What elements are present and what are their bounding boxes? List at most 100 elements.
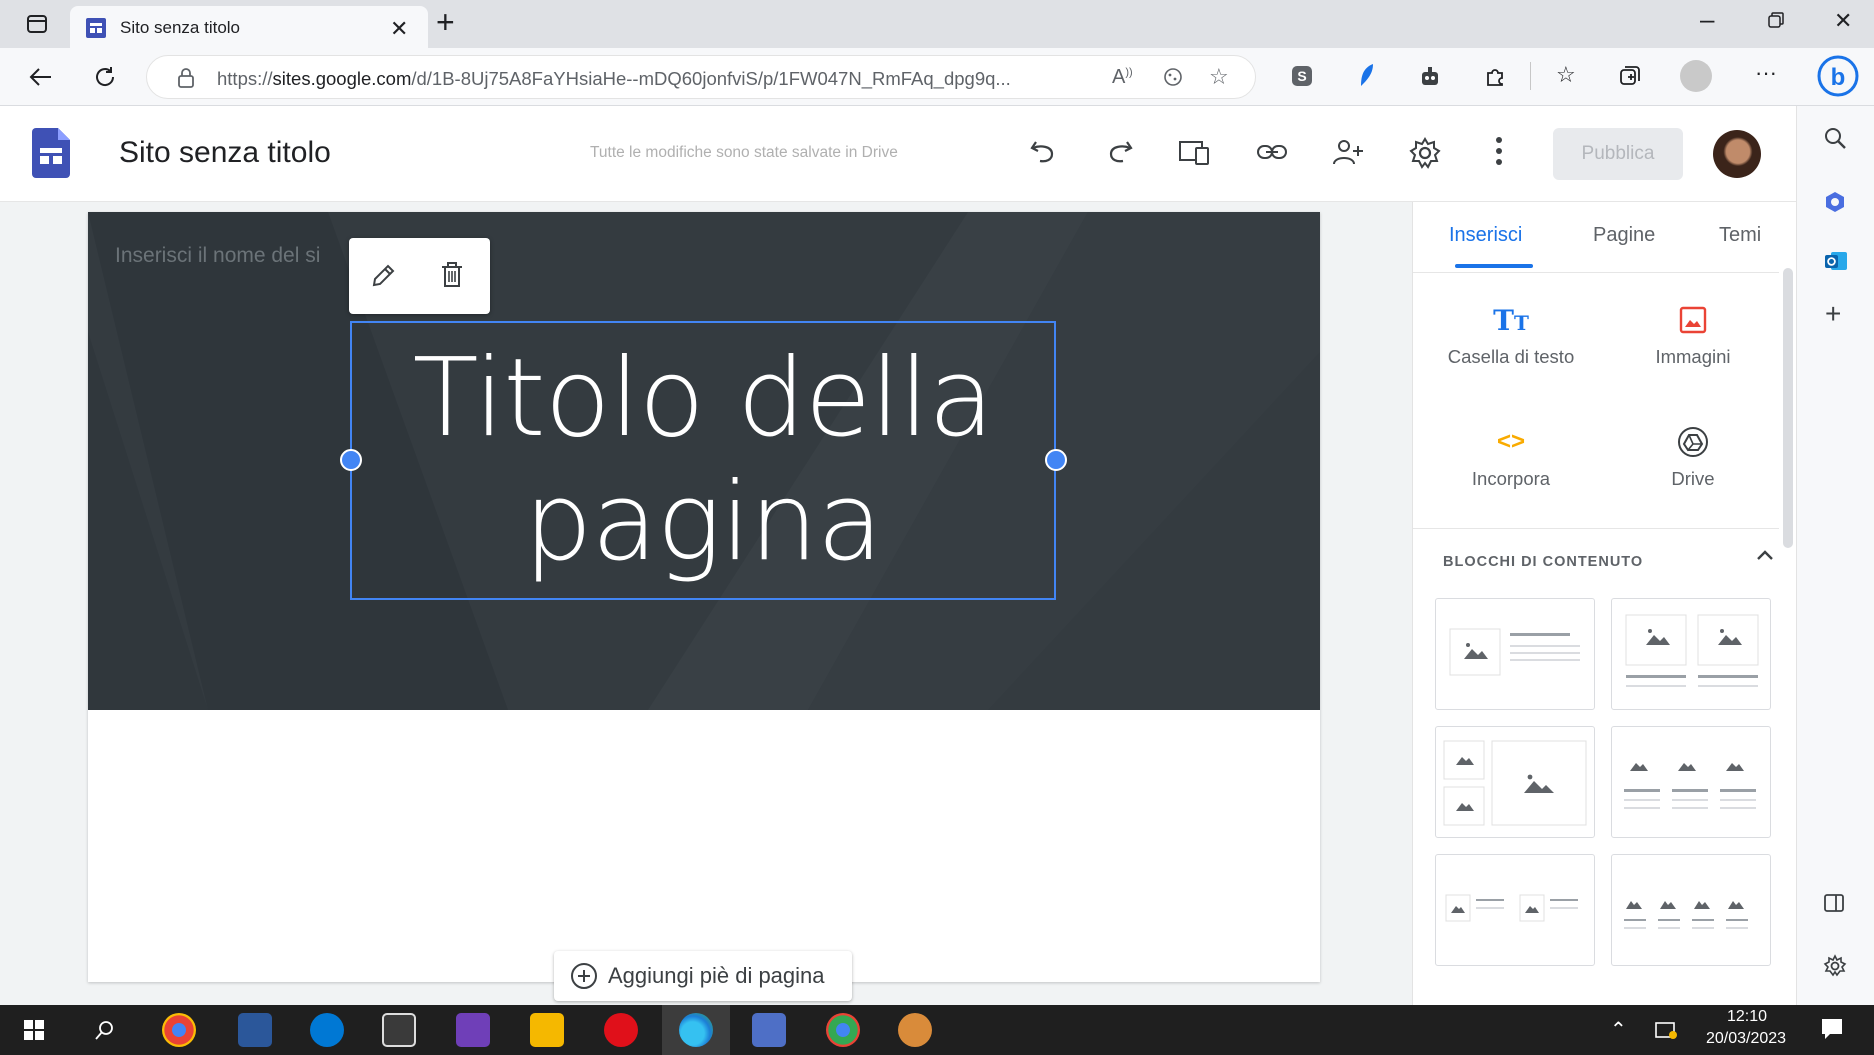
word-icon[interactable]	[238, 1013, 272, 1047]
google-sites-logo-icon[interactable]	[32, 128, 70, 178]
insert-images[interactable]: Immagini	[1603, 302, 1783, 368]
publish-button[interactable]: Pubblica	[1553, 128, 1683, 180]
insert-drive-label: Drive	[1671, 468, 1715, 489]
redo-icon[interactable]	[1103, 136, 1135, 168]
add-footer-button[interactable]: Aggiungi piè di pagina	[554, 951, 852, 1001]
restore-icon[interactable]	[1768, 12, 1784, 28]
settings-gear-icon[interactable]	[1408, 136, 1442, 170]
insert-drive[interactable]: Drive	[1603, 424, 1783, 490]
content-block-image-text[interactable]	[1435, 598, 1595, 710]
close-window-icon[interactable]: ✕	[1834, 8, 1852, 34]
tab-temi[interactable]: Temi	[1719, 224, 1761, 247]
undo-icon[interactable]	[1028, 136, 1060, 168]
url-text: https://sites.google.com/d/1B-8Uj75A8FaY…	[217, 68, 1011, 89]
onedrive-icon[interactable]	[310, 1013, 344, 1047]
profile-icon[interactable]	[1680, 60, 1712, 92]
favorites-icon[interactable]: ☆	[1556, 62, 1576, 88]
page-title-textbox[interactable]: Titolo della pagina	[350, 321, 1056, 600]
site-page: Inserisci il nome del si Titolo della pa…	[88, 212, 1320, 982]
outlook-icon[interactable]	[1823, 248, 1849, 274]
content-block-two-image-text[interactable]	[1435, 854, 1595, 966]
content-block-three-images[interactable]	[1611, 726, 1771, 838]
edge-sidebar: +	[1796, 106, 1874, 1005]
blocks-divider	[1413, 528, 1779, 529]
file-explorer-icon[interactable]	[530, 1013, 564, 1047]
hide-sidebar-icon[interactable]	[1823, 892, 1845, 914]
site-name-placeholder[interactable]: Inserisci il nome del si	[115, 244, 320, 268]
copy-link-icon[interactable]	[1256, 138, 1288, 166]
tab-inserisci[interactable]: Inserisci	[1449, 224, 1522, 247]
favorite-star-icon[interactable]: ☆	[1209, 64, 1229, 90]
bing-icon[interactable]: b	[1816, 52, 1860, 100]
panel-scrollbar[interactable]	[1783, 268, 1793, 548]
edge-icon[interactable]	[679, 1013, 713, 1047]
tab-actions-icon[interactable]	[20, 7, 54, 41]
content-block-four-images[interactable]	[1611, 854, 1771, 966]
site-document-title[interactable]: Sito senza titolo	[119, 136, 331, 170]
paint-icon[interactable]	[898, 1013, 932, 1047]
resize-handle-right[interactable]	[1045, 449, 1067, 471]
drive-icon	[1603, 424, 1783, 460]
search-icon[interactable]	[1823, 126, 1847, 150]
tab-title: Sito senza titolo	[120, 18, 241, 37]
clock-time[interactable]: 12:10	[1722, 1008, 1772, 1026]
new-tab-icon[interactable]: +	[436, 4, 455, 41]
delete-trash-icon[interactable]	[439, 260, 465, 290]
terminal-icon[interactable]	[382, 1013, 416, 1047]
windows-start-icon[interactable]	[24, 1020, 44, 1040]
content-block-image-gallery[interactable]	[1435, 726, 1595, 838]
close-tab-icon[interactable]: ✕	[390, 16, 408, 42]
more-menu-icon[interactable]: ···	[1755, 60, 1777, 86]
tab-pagine[interactable]: Pagine	[1593, 224, 1655, 247]
add-sidebar-app-icon[interactable]: +	[1825, 298, 1841, 330]
lock-icon[interactable]	[177, 68, 195, 88]
content-block-two-images[interactable]	[1611, 598, 1771, 710]
more-options-icon[interactable]	[1494, 134, 1504, 168]
shopping-icon[interactable]	[1823, 190, 1847, 214]
preview-devices-icon[interactable]	[1178, 136, 1212, 168]
opera-icon[interactable]	[604, 1013, 638, 1047]
back-icon[interactable]	[24, 60, 58, 94]
reload-icon[interactable]	[88, 60, 122, 94]
svg-text:S: S	[1297, 68, 1306, 84]
minimize-icon[interactable]: –	[1700, 4, 1714, 35]
svg-text:b: b	[1831, 64, 1846, 91]
insert-embed[interactable]: <> Incorpora	[1421, 424, 1601, 490]
extension-feather-icon[interactable]	[1357, 62, 1377, 88]
insert-text-box-label: Casella di testo	[1447, 346, 1575, 367]
windows-taskbar: ⌃ 12:10 20/03/2023	[0, 1005, 1874, 1055]
browser-tab[interactable]: Sito senza titolo ✕	[70, 6, 428, 48]
sites-favicon-icon	[86, 18, 106, 38]
tray-network-icon[interactable]	[1654, 1019, 1678, 1041]
page-header-section[interactable]: Inserisci il nome del si Titolo della pa…	[88, 212, 1320, 710]
read-aloud-icon[interactable]: A))	[1112, 66, 1133, 89]
sidebar-settings-icon[interactable]	[1823, 954, 1847, 978]
embed-code-icon: <>	[1496, 428, 1526, 455]
chrome-icon[interactable]	[162, 1013, 196, 1047]
add-footer-label: Aggiungi piè di pagina	[608, 963, 825, 988]
clock-date[interactable]: 20/03/2023	[1694, 1030, 1798, 1048]
resize-handle-left[interactable]	[340, 449, 362, 471]
taskbar-search-icon[interactable]	[94, 1019, 116, 1041]
content-blocks-heading: BLOCCHI DI CONTENUTO	[1443, 554, 1644, 570]
share-add-person-icon[interactable]	[1332, 136, 1366, 168]
active-tab-indicator	[1455, 264, 1533, 268]
extension-robot-icon[interactable]	[1418, 64, 1442, 88]
insert-text-box[interactable]: TT Casella di testo	[1421, 302, 1601, 368]
address-bar[interactable]: https://sites.google.com/d/1B-8Uj75A8FaY…	[146, 55, 1256, 99]
edit-pencil-icon[interactable]	[369, 262, 397, 290]
tracking-prevention-icon[interactable]	[1162, 66, 1184, 88]
chrome-profile-icon[interactable]	[826, 1013, 860, 1047]
toolbar-divider	[1530, 62, 1531, 90]
extensions-puzzle-icon[interactable]	[1483, 64, 1507, 88]
collapse-chevron-up-icon[interactable]	[1755, 548, 1775, 562]
insert-embed-label: Incorpora	[1471, 468, 1551, 489]
notifications-icon[interactable]	[1820, 1017, 1844, 1041]
extension-s-icon[interactable]: S	[1290, 64, 1314, 88]
collections-icon[interactable]	[1618, 64, 1642, 88]
app-g-icon[interactable]	[456, 1013, 490, 1047]
save-status-text: Tutte le modifiche sono state salvate in…	[590, 144, 898, 161]
account-avatar[interactable]	[1713, 130, 1761, 178]
remote-desktop-icon[interactable]	[752, 1013, 786, 1047]
tray-chevron-up-icon[interactable]: ⌃	[1610, 1017, 1627, 1042]
